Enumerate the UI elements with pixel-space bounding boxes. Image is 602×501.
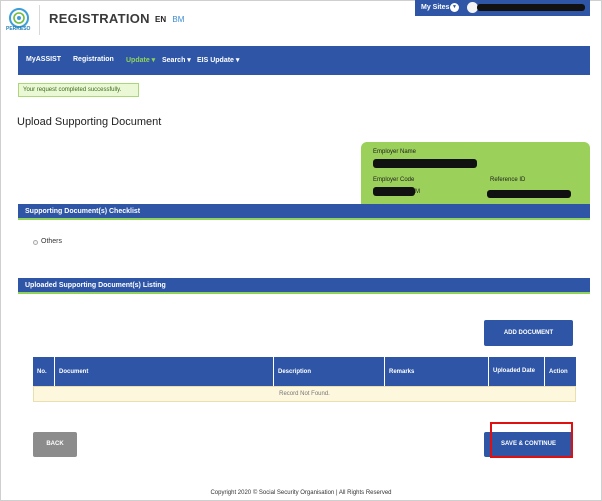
page-title: Upload Supporting Document <box>17 116 162 128</box>
app-title: REGISTRATION <box>49 11 150 26</box>
others-checkbox[interactable] <box>33 240 38 245</box>
checklist-section-bar: Supporting Document(s) Checklist <box>18 204 590 220</box>
column-header-remarks: Remarks <box>385 357 489 386</box>
column-header-no: No. <box>33 357 55 386</box>
nav-registration[interactable]: Registration <box>73 56 114 63</box>
my-sites-label[interactable]: My Sites <box>421 4 449 11</box>
column-header-description: Description <box>274 357 385 386</box>
nav-update[interactable]: Update ▾ <box>126 56 155 64</box>
reference-id-label: Reference ID <box>490 177 526 183</box>
checklist-section-title: Supporting Document(s) Checklist <box>25 208 141 215</box>
redacted-employer-code <box>373 187 415 196</box>
logo-text: PERKESO <box>6 26 31 32</box>
employer-name-label: Employer Name <box>373 149 417 155</box>
table-header: No. Document Description Remarks Uploade… <box>33 357 576 386</box>
nav-eis-update[interactable]: EIS Update ▾ <box>197 56 239 64</box>
header-divider <box>39 5 40 35</box>
nav-myassist[interactable]: MyASSIST <box>26 56 61 63</box>
redacted-username <box>477 4 585 11</box>
column-header-uploaded-date: Uploaded Date <box>489 357 545 386</box>
success-alert: Your request completed successfully. <box>18 83 139 97</box>
redacted-reference-id <box>487 190 571 198</box>
chevron-down-icon[interactable]: ▼ <box>450 3 459 12</box>
listing-section-title: Uploaded Supporting Document(s) Listing <box>25 282 166 289</box>
footer-copyright: Copyright 2020 © Social Security Organis… <box>210 490 392 496</box>
lang-bm-link[interactable]: BM <box>172 15 184 24</box>
redacted-employer-name <box>373 159 477 168</box>
column-header-document: Document <box>55 357 274 386</box>
highlight-annotation <box>490 422 573 458</box>
add-document-button[interactable]: ADD DOCUMENT <box>484 320 573 346</box>
listing-section-bar: Uploaded Supporting Document(s) Listing <box>18 278 590 294</box>
employer-info-card: Employer Name Employer Code M Reference … <box>361 142 590 204</box>
nav-search[interactable]: Search ▾ <box>162 56 191 64</box>
employer-code-suffix: M <box>415 189 420 195</box>
back-button[interactable]: BACK <box>33 432 77 457</box>
my-sites-bar: My Sites ▼ <box>415 0 590 16</box>
column-header-action: Action <box>549 368 568 375</box>
empty-table-row: Record Not Found. <box>33 386 576 402</box>
main-navbar: MyASSIST Registration Update ▾ Search ▾ … <box>18 46 590 75</box>
language-switcher: EN BM <box>155 15 184 24</box>
others-checkbox-label[interactable]: Others <box>41 238 62 245</box>
lang-en-link[interactable]: EN <box>155 15 166 24</box>
employer-code-label: Employer Code <box>373 177 415 183</box>
